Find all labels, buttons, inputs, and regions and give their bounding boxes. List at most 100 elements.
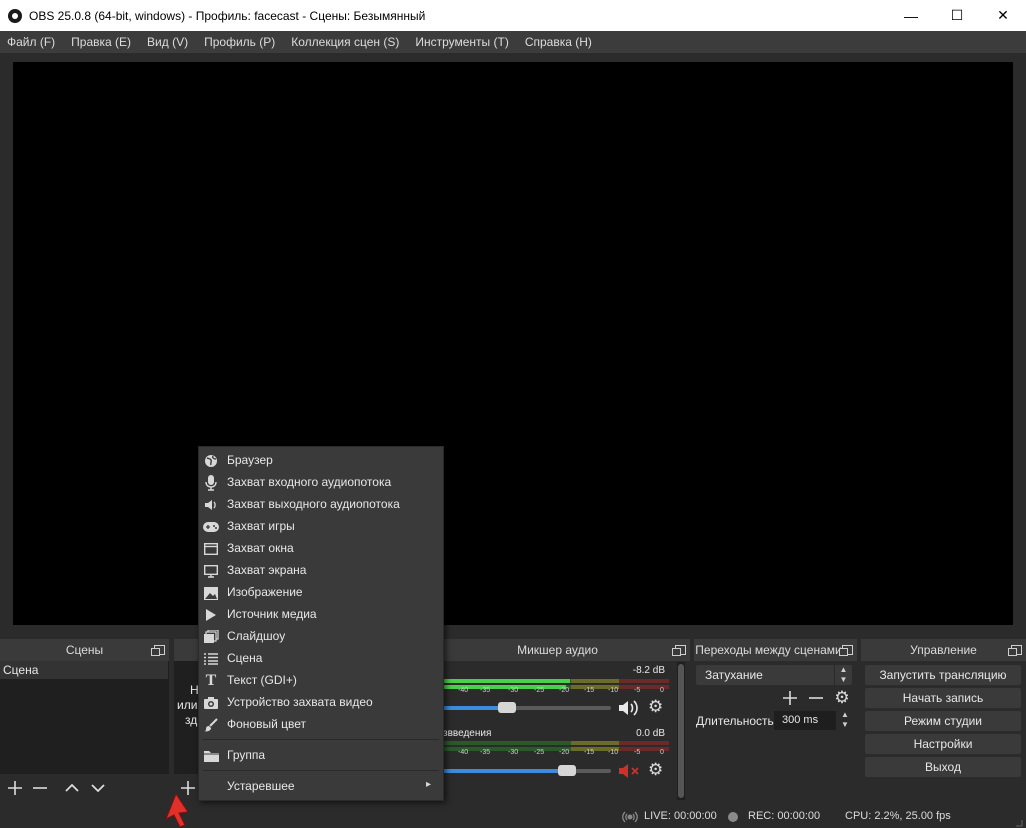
channel-db-value: -8.2 dB (632, 665, 665, 676)
mixer-scrollbar[interactable] (677, 662, 685, 800)
meter-tick-label: -35 (480, 749, 491, 756)
channel-settings-button[interactable]: ⚙ (648, 697, 663, 717)
menu-item-label: Захват входного аудиопотока (227, 475, 392, 489)
maximize-button[interactable]: ☐ (934, 0, 980, 31)
globe-icon (203, 453, 219, 469)
move-scene-up-button[interactable] (61, 777, 83, 799)
volume-slider[interactable] (443, 765, 611, 776)
window-icon (203, 541, 219, 557)
menu-item-image[interactable]: Изображение (199, 582, 443, 604)
studio-mode-button[interactable]: Режим студии (865, 711, 1021, 731)
microphone-icon (203, 475, 219, 491)
undock-icon[interactable] (1008, 645, 1022, 656)
channel-name: звведения (443, 728, 492, 739)
menu-item-browser[interactable]: Браузер (199, 450, 443, 472)
monitor-icon (203, 563, 219, 579)
settings-button[interactable]: Настройки (865, 734, 1021, 754)
add-transition-button[interactable] (779, 687, 801, 709)
menu-tools[interactable]: Инструменты (T) (410, 31, 513, 53)
menu-item-deprecated[interactable]: Устаревшее ▸ (199, 776, 443, 798)
duration-input[interactable]: 300 ms (774, 711, 836, 730)
channel-settings-button[interactable]: ⚙ (648, 760, 663, 780)
menu-scene-collection[interactable]: Коллекция сцен (S) (286, 31, 404, 53)
menu-item-audio-output-capture[interactable]: Захват выходного аудиопотока (199, 494, 443, 516)
mixer-scrollbar-thumb[interactable] (678, 664, 684, 798)
minimize-button[interactable]: — (888, 0, 934, 31)
menu-file[interactable]: Файл (F) (2, 31, 60, 53)
scenes-list[interactable]: Сцена (0, 661, 169, 774)
menu-item-audio-input-capture[interactable]: Захват входного аудиопотока (199, 472, 443, 494)
menu-help[interactable]: Справка (H) (520, 31, 597, 53)
meter-tick-label: -10 (608, 687, 619, 694)
meter-tick-label: -15 (584, 749, 595, 756)
menu-item-media-source[interactable]: Источник медиа (199, 604, 443, 626)
start-recording-button[interactable]: Начать запись (865, 688, 1021, 708)
menu-separator (203, 770, 439, 771)
mixer-title: Микшер аудио (517, 643, 598, 657)
duration-spinner[interactable]: ▲ ▼ (838, 710, 852, 731)
add-scene-button[interactable] (4, 777, 26, 799)
close-button[interactable]: ✕ (980, 0, 1026, 31)
combo-arrows-icon: ▲ ▼ (834, 665, 852, 685)
hint-line: или (177, 698, 198, 712)
transitions-title: Переходы между сценами (695, 643, 842, 657)
brush-icon (203, 717, 219, 733)
speaker-icon (203, 497, 219, 513)
menu-item-group[interactable]: Группа (199, 745, 443, 767)
menu-item-game-capture[interactable]: Захват игры (199, 516, 443, 538)
gamepad-icon (203, 519, 219, 535)
undock-icon[interactable] (151, 645, 165, 656)
meter-tick-label: 0 (660, 687, 664, 694)
exit-button[interactable]: Выход (865, 757, 1021, 777)
menu-view[interactable]: Вид (V) (142, 31, 193, 53)
remove-scene-button[interactable] (29, 777, 51, 799)
menu-edit[interactable]: Правка (E) (66, 31, 136, 53)
remove-transition-button[interactable] (805, 687, 827, 709)
speaker-mute-button[interactable] (618, 699, 640, 720)
menu-item-slideshow[interactable]: Слайдшоу (199, 626, 443, 648)
menu-item-label: Захват игры (227, 519, 295, 533)
menu-item-label: Устройство захвата видео (227, 695, 373, 709)
menubar: Файл (F) Правка (E) Вид (V) Профиль (P) … (0, 31, 1026, 53)
scene-list-item[interactable]: Сцена (0, 661, 168, 679)
meter-tick-label: -30 (508, 749, 519, 756)
controls-title: Управление (910, 643, 977, 657)
transition-select[interactable]: Затухание ▲ ▼ (696, 665, 852, 685)
meter-ticks: -40 -35 -30 -25 -20 -15 -10 -5 0 (443, 749, 669, 759)
menu-item-label: Сцена (227, 651, 263, 665)
undock-icon[interactable] (839, 645, 853, 656)
resize-grip-icon[interactable] (1013, 816, 1023, 827)
start-streaming-button[interactable]: Запустить трансляцию (865, 665, 1021, 685)
play-icon (203, 607, 219, 623)
menu-item-video-capture-device[interactable]: Устройство захвата видео (199, 692, 443, 714)
menu-item-color-source[interactable]: Фоновый цвет (199, 714, 443, 736)
speaker-icon (619, 700, 638, 716)
volume-slider-thumb[interactable] (498, 702, 516, 713)
gear-icon: ⚙ (648, 697, 664, 716)
undock-icon[interactable] (672, 645, 686, 656)
menu-item-text-gdi[interactable]: T Текст (GDI+) (199, 670, 443, 692)
scenes-title: Сцены (65, 643, 104, 657)
move-scene-down-button[interactable] (87, 777, 109, 799)
gear-icon: ⚙ (834, 688, 850, 707)
menu-profile[interactable]: Профиль (P) (199, 31, 280, 53)
meter-tick-label: -15 (584, 687, 595, 694)
obs-logo-icon (8, 8, 22, 23)
meter-tick-label: -25 (534, 687, 545, 694)
transitions-dock-title: Переходы между сценами (694, 639, 857, 661)
meter-tick-label: -40 (458, 749, 469, 756)
menu-item-display-capture[interactable]: Захват экрана (199, 560, 443, 582)
folder-icon (203, 748, 219, 764)
menu-item-scene[interactable]: Сцена (199, 648, 443, 670)
volume-slider-thumb[interactable] (558, 765, 576, 776)
volume-slider[interactable] (443, 702, 611, 713)
menu-item-label: Фоновый цвет (227, 717, 307, 731)
transition-settings-button[interactable]: ⚙ (831, 687, 853, 709)
speaker-mute-button[interactable] (618, 762, 642, 783)
minus-icon (33, 787, 47, 789)
meter-tick-label: -10 (608, 749, 619, 756)
meter-tick-label: -5 (634, 749, 641, 756)
mixer-dock-title: Микшер аудио (443, 639, 690, 661)
preview-canvas[interactable] (13, 62, 1013, 625)
menu-item-window-capture[interactable]: Захват окна (199, 538, 443, 560)
